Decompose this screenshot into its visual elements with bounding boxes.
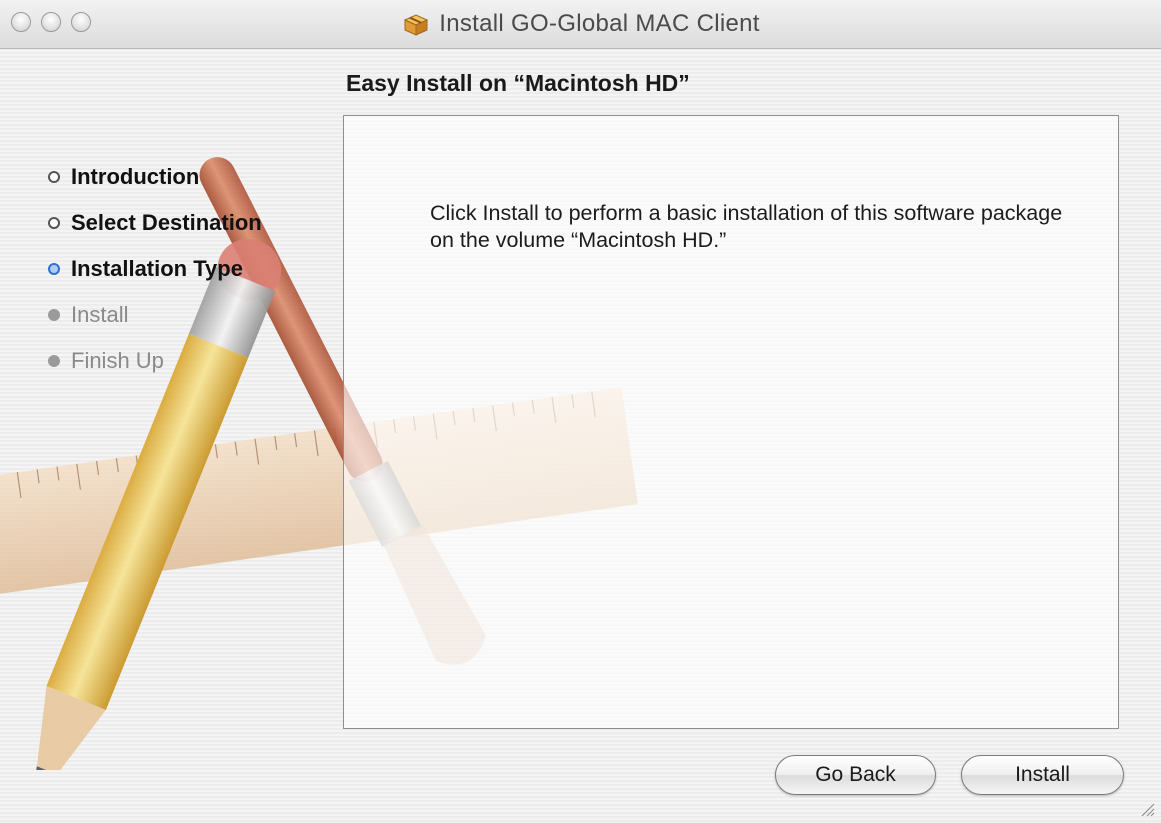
title-bar[interactable]: Install GO-Global MAC Client [0, 0, 1161, 49]
step-install: Install [48, 292, 262, 338]
install-message: Click Install to perform a basic install… [430, 201, 1063, 252]
step-current-bullet-icon [48, 263, 60, 275]
install-button[interactable]: Install [961, 755, 1124, 795]
step-finish-up: Finish Up [48, 338, 262, 384]
go-back-button[interactable]: Go Back [775, 755, 936, 795]
step-bullet-icon [48, 217, 60, 229]
package-installer-icon [404, 14, 429, 36]
window-title-group: Install GO-Global MAC Client [0, 0, 1161, 48]
step-pending-bullet-icon [48, 355, 60, 367]
step-pending-bullet-icon [48, 309, 60, 321]
step-label: Finish Up [71, 348, 164, 373]
step-installation-type: Installation Type [48, 246, 262, 292]
step-bullet-icon [48, 171, 60, 183]
page-title: Easy Install on “Macintosh HD” [346, 70, 690, 96]
step-introduction: Introduction [48, 154, 262, 200]
installer-window: Install GO-Global MAC Client Easy Instal… [0, 0, 1161, 823]
installer-steps: Introduction Select Destination Installa… [48, 154, 262, 384]
content-panel: Click Install to perform a basic install… [343, 115, 1119, 729]
step-label: Install [71, 302, 129, 327]
window-title: Install GO-Global MAC Client [439, 10, 760, 37]
step-label: Installation Type [71, 256, 243, 281]
step-select-destination: Select Destination [48, 200, 262, 246]
step-label: Introduction [71, 164, 200, 189]
resize-grip-icon[interactable] [1139, 801, 1155, 817]
step-label: Select Destination [71, 210, 262, 235]
